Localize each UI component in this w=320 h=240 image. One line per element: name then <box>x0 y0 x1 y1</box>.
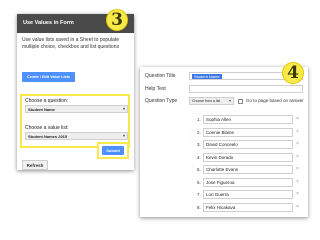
option-number: 8. <box>197 204 201 210</box>
drag-handle-icon[interactable]: ⋮ <box>190 116 195 123</box>
close-icon[interactable]: × <box>296 141 299 147</box>
drag-handle-icon[interactable]: ⋮ <box>190 153 195 161</box>
question-label: Choose a question: <box>25 98 69 104</box>
option-number: 2. <box>197 129 201 135</box>
option-row: ⋮ 2. Connie Blaine × <box>189 127 303 138</box>
drag-handle-icon[interactable]: ⋮ <box>190 191 195 198</box>
option-row: ⋮ 6. Jose Figueroa × <box>189 177 303 188</box>
refresh-button[interactable]: Refresh <box>22 160 48 170</box>
drag-handle-icon[interactable]: ⋮ <box>190 178 195 186</box>
option-row: ⋮ 4. Kevin Dorado × <box>189 152 303 163</box>
option-row: ⋮ 7. Lori Guerra × <box>189 190 303 200</box>
drag-handle-icon[interactable]: ⋮ <box>190 203 195 211</box>
question-type-value: Choose from a list <box>192 99 221 103</box>
step-badge-4: 4 <box>282 62 304 84</box>
option-input[interactable]: Kevin Dorado <box>203 152 293 162</box>
option-input[interactable]: Felix Hicakava <box>203 202 293 212</box>
option-row: ⋮ 3. David Conceelo × <box>189 140 303 150</box>
value-list-select-value: Student Names 2015 <box>28 134 68 139</box>
close-icon[interactable]: × <box>296 154 299 160</box>
option-number: 4. <box>197 154 201 160</box>
close-icon[interactable]: × <box>296 166 299 172</box>
question-title-value: Student Name <box>192 74 222 79</box>
chevron-down-icon: ▾ <box>122 133 125 138</box>
option-number: 5. <box>197 167 201 172</box>
go-to-page-checkbox[interactable] <box>238 99 243 104</box>
option-input[interactable]: Jose Figueroa <box>203 177 293 187</box>
option-number: 6. <box>197 179 201 185</box>
help-text-input[interactable] <box>189 85 303 93</box>
option-number: 7. <box>197 192 201 197</box>
go-to-page-label: Go to page based on answer <box>246 98 304 103</box>
help-text-label: Help Text <box>145 86 166 92</box>
drag-handle-icon[interactable]: ⋮ <box>190 128 195 136</box>
create-edit-value-lists-button[interactable]: Create / Edit Value Lists <box>22 72 75 82</box>
question-select-value: Student Name <box>28 107 55 112</box>
value-list-label: Choose a value list: <box>25 125 69 131</box>
submit-button[interactable]: Submit <box>102 146 124 155</box>
step-badge-3: 3 <box>106 9 128 31</box>
close-icon[interactable]: × <box>296 191 299 197</box>
close-icon[interactable]: × <box>296 179 299 185</box>
option-number: 3. <box>197 142 201 147</box>
option-row: ⋮ 1. Sophia Allen × <box>189 115 303 125</box>
close-icon[interactable]: × <box>296 129 299 135</box>
option-number: 1. <box>197 117 201 122</box>
close-icon[interactable]: × <box>296 116 299 122</box>
option-input[interactable]: Connie Blaine <box>203 127 293 137</box>
chevron-down-icon: ▾ <box>122 106 125 111</box>
option-row: ⋮ 5. Charlotte Evans × <box>189 165 303 175</box>
option-input[interactable]: David Conceelo <box>203 140 293 149</box>
selection-highlight: Choose a question: Student Name ▾ Choose… <box>20 94 130 148</box>
value-list-select[interactable]: Student Names 2015 ▾ <box>25 132 128 140</box>
option-input[interactable]: Sophia Allen <box>203 115 293 124</box>
drag-handle-icon[interactable]: ⋮ <box>190 141 195 148</box>
question-title-label: Question Title <box>145 73 176 79</box>
option-input[interactable]: Charlotte Evans <box>203 165 293 174</box>
submit-highlight: Submit <box>97 142 129 159</box>
option-input[interactable]: Lori Guerra <box>203 190 293 199</box>
question-type-select[interactable]: Choose from a list ▾ <box>189 97 234 105</box>
question-select[interactable]: Student Name ▾ <box>25 105 128 113</box>
option-row: ⋮ 8. Felix Hicakava × <box>189 202 303 213</box>
drag-handle-icon[interactable]: ⋮ <box>190 166 195 173</box>
chevron-down-icon: ▾ <box>228 98 231 103</box>
question-type-label: Question Type <box>145 98 178 104</box>
question-editor-panel: Question Title Student Name Help Text Qu… <box>140 67 308 217</box>
panel-description: Use value lists saved in a Sheet to popu… <box>22 37 120 50</box>
close-icon[interactable]: × <box>296 204 299 210</box>
